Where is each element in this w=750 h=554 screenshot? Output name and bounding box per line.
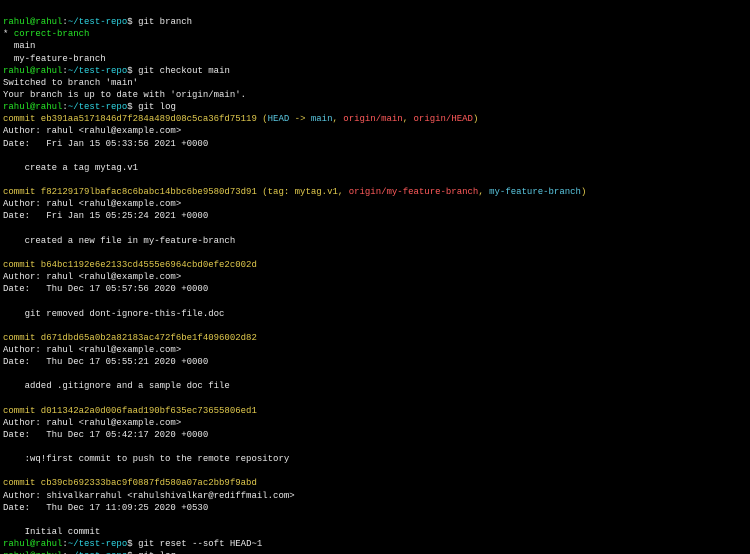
branch-star: * [3,29,8,39]
prompt: rahul@rahul:~/test-repo$ [3,17,133,27]
commit-line: commit d011342a2a0d006faad190bf635ec7365… [3,406,257,416]
author-line: Author: rahul <rahul@example.com> [3,272,181,282]
commit-line: commit f82129179lbafac8c6babc14bbc6be958… [3,187,262,197]
commit-msg: :wq!first commit to push to the remote r… [3,454,289,464]
date-line: Date: Thu Dec 17 11:09:25 2020 +0530 [3,503,208,513]
prompt: rahul@rahul:~/test-repo$ [3,539,133,549]
date-line: Date: Thu Dec 17 05:42:17 2020 +0000 [3,430,208,440]
output-line: Switched to branch 'main' [3,78,138,88]
branch-item: my-feature-branch [14,54,106,64]
commit-msg: added .gitignore and a sample doc file [3,381,230,391]
prompt: rahul@rahul:~/test-repo$ [3,66,133,76]
commit-line: commit b64bc1192e6e2133cd4555e6964cbd0ef… [3,260,257,270]
command: git checkout main [138,66,230,76]
author-line: Author: shivalkarrahul <rahulshivalkar@r… [3,491,295,501]
commit-msg: created a new file in my-feature-branch [3,236,235,246]
author-line: Author: rahul <rahul@example.com> [3,199,181,209]
terminal[interactable]: rahul@rahul:~/test-repo$ git branch * co… [0,0,750,554]
date-line: Date: Fri Jan 15 05:33:56 2021 +0000 [3,139,208,149]
command: git branch [138,17,192,27]
prompt: rahul@rahul:~/test-repo$ [3,102,133,112]
command: git log [138,102,176,112]
output-line: Your branch is up to date with 'origin/m… [3,90,246,100]
commit-line: commit d671dbd65a0b2a82183ac472f6be1f409… [3,333,257,343]
branch-current: correct-branch [14,29,90,39]
commit-line: commit cb39cb692333bac9f0887fd580a07ac2b… [3,478,257,488]
commit-msg: create a tag mytag.v1 [3,163,138,173]
date-line: Date: Fri Jan 15 05:25:24 2021 +0000 [3,211,208,221]
branch-item: main [14,41,36,51]
author-line: Author: rahul <rahul@example.com> [3,345,181,355]
author-line: Author: rahul <rahul@example.com> [3,418,181,428]
date-line: Date: Thu Dec 17 05:55:21 2020 +0000 [3,357,208,367]
commit-line: commit eb391aa5171846d7f284a489d08c5ca36… [3,114,262,124]
author-line: Author: rahul <rahul@example.com> [3,126,181,136]
date-line: Date: Thu Dec 17 05:57:56 2020 +0000 [3,284,208,294]
commit-msg: Initial commit [3,527,100,537]
commit-msg: git removed dont-ignore-this-file.doc [3,309,224,319]
command: git reset --soft HEAD~1 [138,539,262,549]
